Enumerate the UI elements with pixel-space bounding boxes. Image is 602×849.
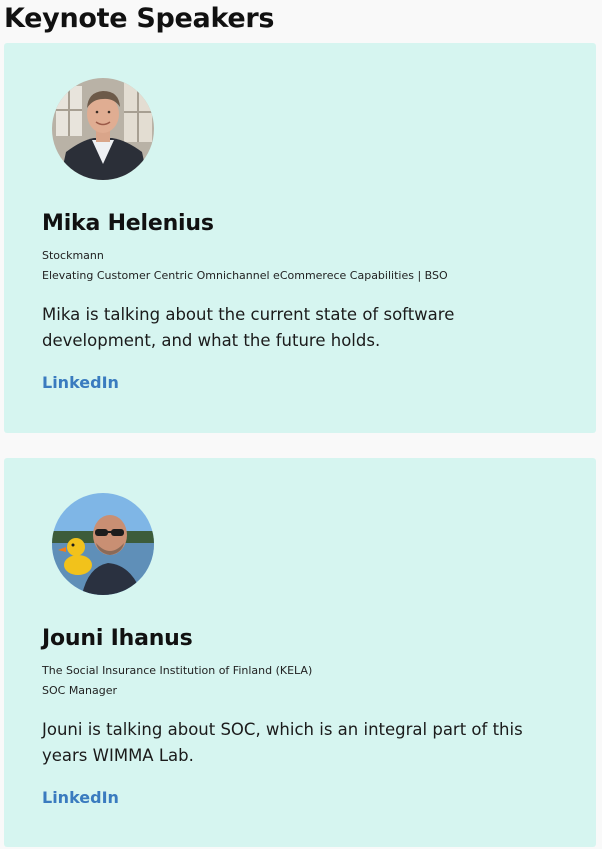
speaker-description: Jouni is talking about SOC, which is an … xyxy=(42,720,523,765)
speaker-photo xyxy=(52,78,154,180)
page-title: Keynote Speakers xyxy=(4,3,275,34)
speaker-organization: The Social Insurance Institution of Finl… xyxy=(42,664,313,677)
speaker-role: Elevating Customer Centric Omnichannel e… xyxy=(42,269,448,282)
speaker-name: Mika Helenius xyxy=(42,211,214,236)
speaker-photo xyxy=(52,493,154,595)
speaker-organization: Stockmann xyxy=(42,249,104,262)
speaker-card: Mika Helenius Stockmann Elevating Custom… xyxy=(4,43,596,433)
speaker-card: Jouni Ihanus The Social Insurance Instit… xyxy=(4,458,596,847)
linkedin-link[interactable]: LinkedIn xyxy=(42,787,119,809)
linkedin-link[interactable]: LinkedIn xyxy=(42,372,119,394)
speaker-name: Jouni Ihanus xyxy=(42,626,193,651)
speaker-description: Mika is talking about the current state … xyxy=(42,305,455,350)
speaker-role: SOC Manager xyxy=(42,684,118,697)
